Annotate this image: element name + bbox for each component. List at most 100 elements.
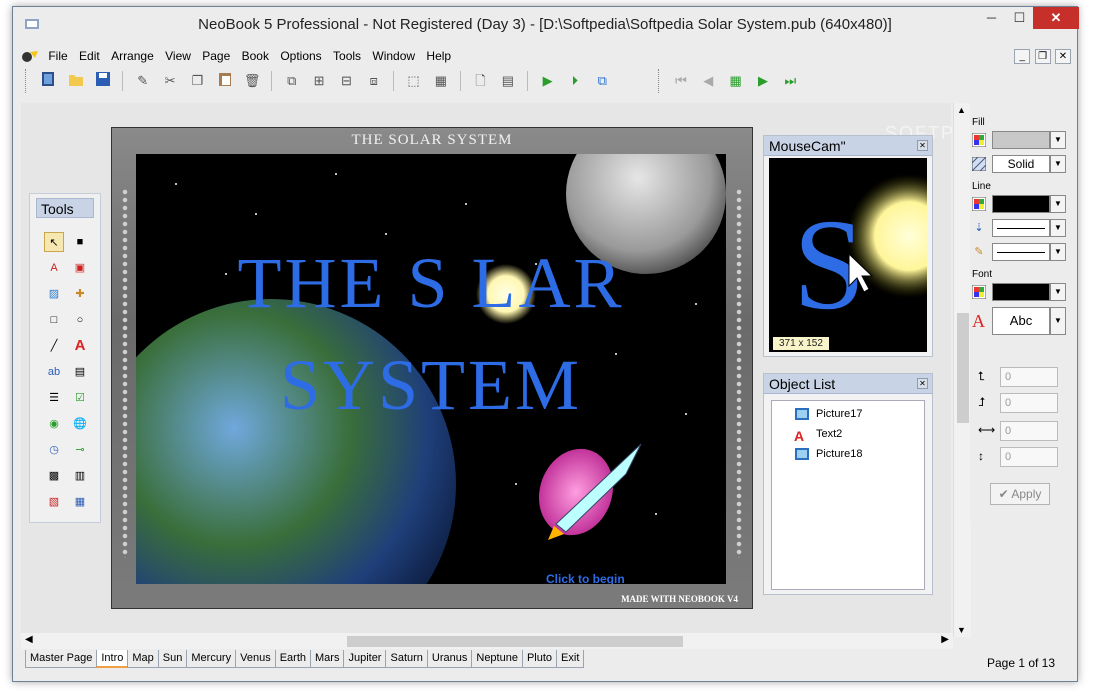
toolbar-grip[interactable] [25,69,29,93]
line-width-select[interactable] [992,219,1050,237]
tab-mars[interactable]: Mars [310,650,345,668]
color-picker-icon[interactable] [972,285,986,299]
page-properties-icon[interactable]: ▤ [497,70,519,92]
line-style-select[interactable] [992,243,1050,261]
chevron-down-icon[interactable]: ▼ [1050,155,1066,173]
height-input[interactable]: 0 [1000,447,1058,467]
picture-tool-icon[interactable]: ▨ [44,284,64,304]
fill-color-swatch[interactable] [992,131,1050,149]
horizontal-scrollbar[interactable]: ◀ ▶ [21,633,953,649]
combo-box-tool-icon[interactable]: ☰ [44,388,64,408]
menu-edit[interactable]: Edit [75,45,104,67]
mdi-close-button[interactable]: ✕ [1055,49,1071,64]
top-input[interactable]: 0 [1000,393,1058,413]
tab-neptune[interactable]: Neptune [471,650,523,668]
space-background-image[interactable]: THE S LAR SYSTEM Click to begin [136,154,726,584]
chevron-down-icon[interactable]: ▼ [1050,243,1066,261]
line-style-icon[interactable]: ✎ [972,245,986,259]
previous-page-icon[interactable]: ◀ [697,70,719,92]
run-icon[interactable]: ▶ [537,70,559,92]
menu-tools[interactable]: Tools [329,45,365,67]
color-picker-icon[interactable] [972,197,986,211]
text-effect-tool-icon[interactable]: A [70,336,90,356]
menu-options[interactable]: Options [276,45,325,67]
first-page-icon[interactable]: ⏮ [670,70,692,92]
chevron-down-icon[interactable]: ▼ [1050,307,1066,335]
fill-pattern-icon[interactable] [972,157,986,171]
align-icon[interactable]: ⊞ [308,70,330,92]
tab-jupiter[interactable]: Jupiter [343,650,387,668]
tab-uranus[interactable]: Uranus [426,650,473,668]
mdi-restore-button[interactable]: ❐ [1034,49,1051,64]
tab-earth[interactable]: Earth [274,650,311,668]
width-input[interactable]: 0 [1000,421,1058,441]
text-entry-tool-icon[interactable]: ab [44,362,64,382]
group-icon[interactable]: ⧉ [281,70,303,92]
ellipse-tool-icon[interactable]: ○ [70,310,90,330]
open-folder-icon[interactable] [65,70,87,92]
menu-help[interactable]: Help [422,45,455,67]
chevron-down-icon[interactable]: ▼ [1050,283,1066,301]
save-icon[interactable] [92,70,114,92]
rectangle-tool-icon[interactable]: □ [44,310,64,330]
scroll-down-icon[interactable]: ▼ [957,625,966,635]
font-icon[interactable]: A [972,311,986,331]
chevron-down-icon[interactable]: ▼ [1050,131,1066,149]
chevron-down-icon[interactable]: ▼ [1050,219,1066,237]
vertical-scrollbar[interactable]: ▲ ▼ [953,103,971,637]
object-list-title[interactable]: Object List [764,374,932,394]
tab-exit[interactable]: Exit [556,650,585,668]
paste-icon[interactable] [214,70,236,92]
list-box-tool-icon[interactable]: ▤ [70,362,90,382]
rectangle-select-tool-icon[interactable]: ■ [70,232,90,252]
text-box-tool-icon[interactable]: ▣ [70,258,90,278]
close-button[interactable]: ✕ [1033,7,1079,29]
vertical-scroll-thumb[interactable] [957,313,969,423]
tab-saturn[interactable]: Saturn [385,650,428,668]
line-width-icon[interactable]: ⇣ [972,221,986,235]
page-list-icon[interactable]: ▦ [725,70,747,92]
tab-mercury[interactable]: Mercury [186,650,237,668]
mdi-minimize-button[interactable]: _ [1014,49,1031,64]
list-item[interactable]: A Text2 [794,425,842,444]
timer-tool-icon[interactable]: ◷ [44,440,64,460]
menu-page[interactable]: Page [198,45,234,67]
maximize-button[interactable]: ☐ [1006,7,1033,29]
new-page-icon[interactable]: 🗋 [470,70,492,92]
color-picker-icon[interactable] [972,133,986,147]
list-item[interactable]: Picture17 [794,405,862,423]
apply-button[interactable]: ✔ Apply [990,483,1050,505]
object-list-close-icon[interactable]: ✕ [917,378,928,389]
menu-book[interactable]: Book [238,45,273,67]
last-page-icon[interactable]: ⏭ [779,70,801,92]
run-page-icon[interactable]: ⏵ [564,70,586,92]
tools-palette-title[interactable]: Tools [36,198,94,218]
article-tool-icon[interactable]: ▦ [70,492,90,512]
fill-style-select[interactable]: Solid [992,155,1050,173]
distribute-icon[interactable]: ⊟ [335,70,357,92]
line-tool-icon[interactable]: ╱ [44,336,64,356]
tab-sun[interactable]: Sun [157,650,188,668]
format-brush-icon[interactable]: ✎ [132,70,154,92]
tab-master-page[interactable]: Master Page [25,650,98,668]
radio-button-tool-icon[interactable]: ◉ [44,414,64,434]
menu-window[interactable]: Window [368,45,419,67]
flash-tool-icon[interactable]: ▧ [44,492,64,512]
menu-arrange[interactable]: Arrange [107,45,158,67]
select-all-icon[interactable]: ⬚ [403,70,425,92]
scroll-right-icon[interactable]: ▶ [941,634,949,645]
media-player-tool-icon[interactable]: ▥ [70,466,90,486]
tab-pluto[interactable]: Pluto [521,650,558,668]
copy-icon[interactable]: ❐ [186,70,208,92]
checkbox-tool-icon[interactable]: ☑ [70,388,90,408]
new-book-icon[interactable] [37,70,59,92]
pointer-tool-icon[interactable]: ↖ [44,232,64,252]
horizontal-scroll-thumb[interactable] [347,636,683,647]
compile-icon[interactable]: ⧉ [591,70,613,92]
order-icon[interactable]: ⧈ [363,70,385,92]
document-icon[interactable] [21,49,39,65]
font-sample-button[interactable]: Abc [992,307,1050,335]
mousecam-close-icon[interactable]: ✕ [917,140,928,151]
page-canvas[interactable]: THE SOLAR SYSTEM THE S LAR SYSTEM Click … [111,127,753,609]
minimize-button[interactable]: ─ [977,7,1006,29]
